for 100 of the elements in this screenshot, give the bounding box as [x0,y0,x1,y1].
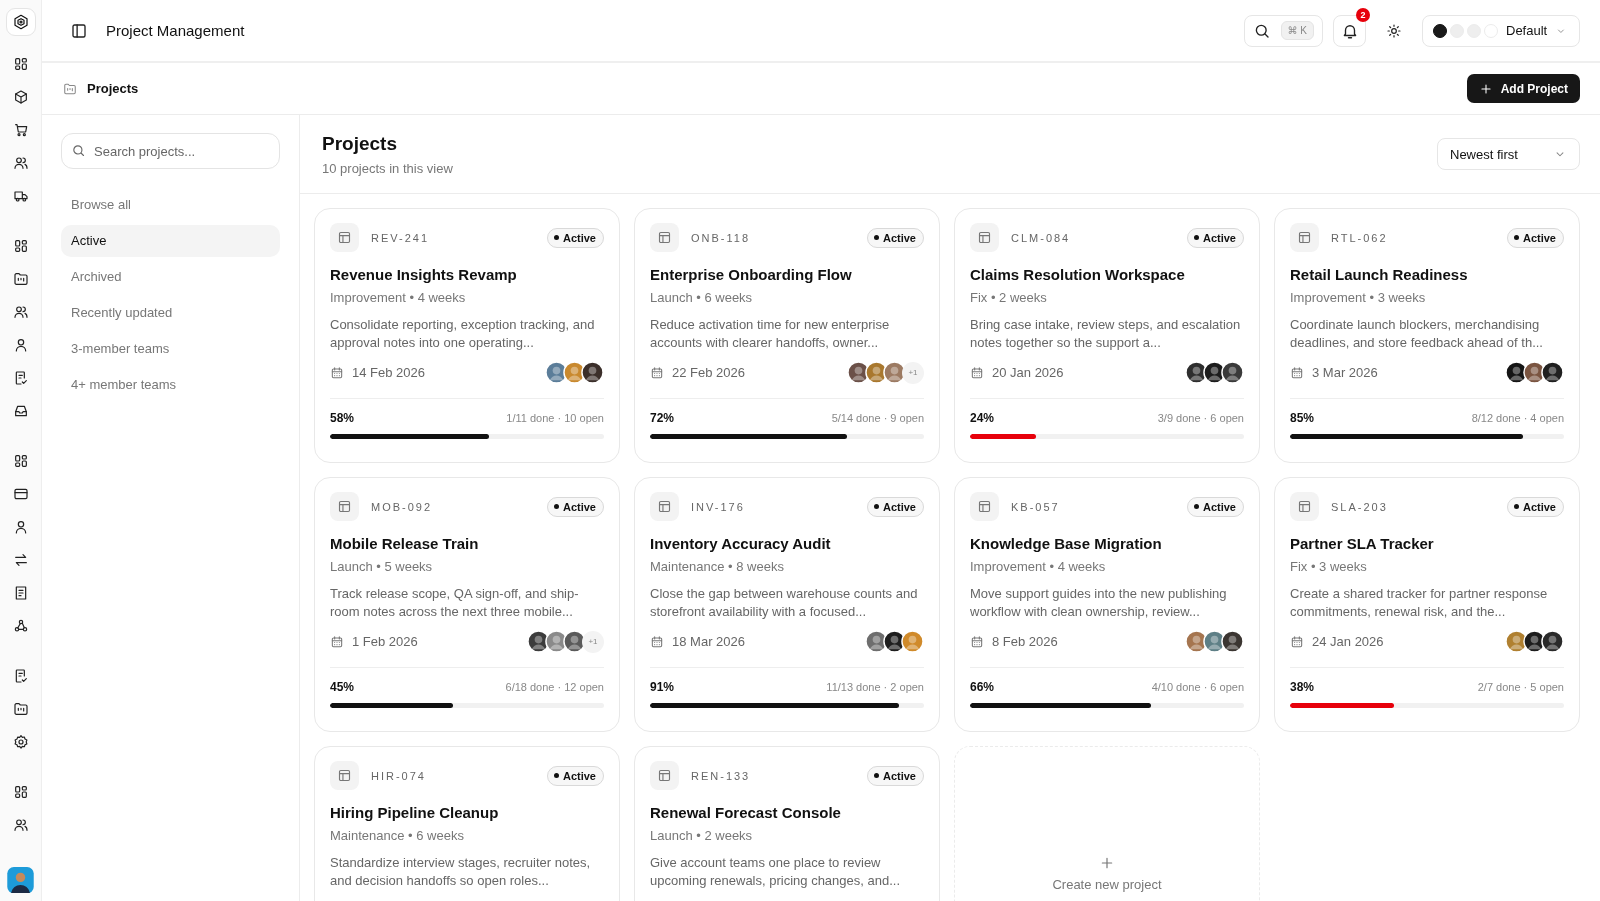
settings-icon[interactable] [12,733,29,750]
grid-icon[interactable] [12,237,29,254]
layout-icon [977,499,992,514]
project-title: Enterprise Onboarding Flow [650,266,853,283]
project-card[interactable]: MOB-092 Active Mobile Release Train Launch • 5 weeks Track release scope, QA sign-off, and ship-room notes across the next three mobile... 1 Feb 2026 +1 45% 6/18 done · 12 open [314,477,620,732]
project-title: Claims Resolution Workspace [970,266,1186,283]
filter-item[interactable]: 4+ member teams [61,369,280,401]
calendar-icon [650,634,664,649]
calendar-icon [1290,634,1304,649]
project-title: Hiring Pipeline Cleanup [330,804,500,821]
page-subtitle: 10 projects in this view [322,160,453,176]
project-meta: Fix • 2 weeks [970,290,1048,305]
due-date: 8 Feb 2026 [992,634,1059,649]
task-count: 11/13 done · 2 open [826,681,924,693]
project-meta: Improvement • 4 weeks [970,559,1107,574]
page-title: Projects [322,132,398,155]
search-field[interactable]: Search projects... [61,133,280,169]
progress-percent: 72% [650,411,675,425]
status-badge: Active [866,496,924,517]
project-title: Inventory Accuracy Audit [650,535,832,552]
due-date: 18 Mar 2026 [672,634,746,649]
due-date: 1 Feb 2026 [352,634,419,649]
project-description: Track release scope, QA sign-off, and ship-room notes across the next three mobile... [330,585,580,621]
due-date: 24 Jan 2026 [1312,634,1385,649]
calendar-icon [970,634,984,649]
calendar-icon [330,365,344,380]
notifications-button[interactable] [1333,14,1366,47]
folder-icon[interactable] [12,270,29,287]
layout-icon [337,230,352,245]
grid-icon[interactable] [12,783,29,800]
project-code: REN-133 [691,769,752,782]
new-project-card[interactable]: Create new project [954,746,1260,901]
theme-selector[interactable]: Default [1422,14,1580,47]
filter-item[interactable]: 3-member teams [61,333,280,365]
project-card[interactable]: KB-057 Active Knowledge Base Migration Improvement • 4 weeks Move support guides into the new publishing workflow with clean ownership, review... 8 Feb 2026 66% 4/10 done · 6 open [954,477,1260,732]
project-card[interactable]: REV-241 Active Revenue Insights Revamp Improvement • 4 weeks Consolidate reporting, exception tracking, and approval notes into one operating... 14 Feb 2026 58% 1/11 done · 10 open [314,208,620,463]
project-card[interactable]: HIR-074 Active Hiring Pipeline Cleanup Maintenance • 6 weeks Standardize interview stages, recruiter notes, and decision handoffs so open roles... [314,746,620,901]
filter-item[interactable]: Active [61,225,280,257]
user-avatar[interactable] [6,866,35,893]
search-icon [71,143,86,158]
filter-item[interactable]: Archived [61,261,280,293]
cube-icon[interactable] [12,88,29,105]
project-description: Consolidate reporting, exception tracking, and approval notes into one operating... [330,316,596,352]
due-date: 20 Jan 2026 [992,365,1065,380]
cart-icon[interactable] [12,121,29,138]
project-description: Bring case intake, review steps, and escalation notes together so the support a... [970,316,1242,352]
swap-arrows-icon[interactable] [12,551,29,568]
status-badge: Active [1506,496,1564,517]
grid-icon[interactable] [12,55,29,72]
project-card[interactable]: REN-133 Active Renewal Forecast Console Launch • 2 weeks Give account teams one place to review upcoming renewals, pricing changes, and... [634,746,940,901]
more-members-count: +1 [902,361,924,384]
project-card[interactable]: SLA-203 Active Partner SLA Tracker Fix • 3 weeks Create a shared tracker for partner response commitments, renewal risk, and the... 24 Jan 2026 38% 2/7 done · 5 open [1274,477,1580,732]
filter-item[interactable]: Recently updated [61,297,280,329]
sidebar-toggle-icon[interactable] [70,21,88,40]
layout-icon [657,768,672,783]
project-description: Reduce activation time for new enterprise accounts with clearer handoffs, owner... [650,316,891,352]
grid-icon[interactable] [12,452,29,469]
project-card[interactable]: INV-176 Active Inventory Accuracy Audit Maintenance • 8 weeks Close the gap between warehouse counts and storefront availability with a focused... 18 Mar 2026 91% 11/13 done · 2 open [634,477,940,732]
sort-dropdown[interactable]: Newest first [1437,138,1580,170]
project-title: Revenue Insights Revamp [330,266,518,283]
calendar-icon [970,365,984,380]
folder-icon[interactable] [12,700,29,717]
progress-percent: 24% [970,411,995,425]
progress-percent: 66% [970,680,995,694]
project-card[interactable]: ONB-118 Active Enterprise Onboarding Flow Launch • 6 weeks Reduce activation time for new enterprise accounts with clearer handoffs, owner... 22 Feb 2026 +1 72% 5/14 done · 9 open [634,208,940,463]
project-meta: Launch • 2 weeks [650,828,754,843]
status-badge: Active [546,496,604,517]
layout-icon [337,768,352,783]
status-badge: Active [1506,227,1564,248]
task-count: 1/11 done · 10 open [506,412,604,424]
calendar-icon [650,365,664,380]
calendar-icon [330,634,344,649]
project-code: ONB-118 [691,231,752,244]
status-badge: Active [1186,496,1244,517]
logo-button[interactable] [5,8,36,36]
status-badge: Active [866,765,924,786]
project-description: Standardize interview stages, recruiter notes, and decision handoffs so open roles... [330,854,592,890]
status-badge: Active [1186,227,1244,248]
project-meta: Maintenance • 6 weeks [330,828,465,843]
folder-icon [63,81,77,96]
layout-icon [1297,499,1312,514]
more-members-count: +1 [582,630,604,653]
filter-item[interactable]: Browse all [61,189,280,221]
webhook-icon[interactable] [12,617,29,634]
task-count: 6/18 done · 12 open [505,681,604,693]
users-icon[interactable] [12,816,29,833]
notification-count: 2 [1356,7,1370,22]
theme-toggle-icon[interactable] [1386,22,1402,39]
task-count: 8/12 done · 4 open [1471,412,1564,424]
users-icon[interactable] [12,154,29,171]
project-card[interactable]: CLM-084 Active Claims Resolution Workspace Fix • 2 weeks Bring case intake, review steps, and escalation notes together so the support a... 20 Jan 2026 24% 3/9 done · 6 open [954,208,1260,463]
users-icon[interactable] [12,303,29,320]
project-meta: Launch • 6 weeks [650,290,754,305]
project-meta: Maintenance • 8 weeks [650,559,785,574]
task-count: 3/9 done · 6 open [1157,412,1244,424]
add-project-button[interactable]: Add Project [1466,74,1580,103]
project-card[interactable]: RTL-062 Active Retail Launch Readiness Improvement • 3 weeks Coordinate launch blockers, merchandising deadlines, and store feedback ahead of th... 3 Mar 2026 85% 8/12 done · 4 open [1274,208,1580,463]
task-count: 5/14 done · 9 open [831,412,924,424]
project-meta: Launch • 5 weeks [330,559,434,574]
plus-icon [1478,81,1493,96]
